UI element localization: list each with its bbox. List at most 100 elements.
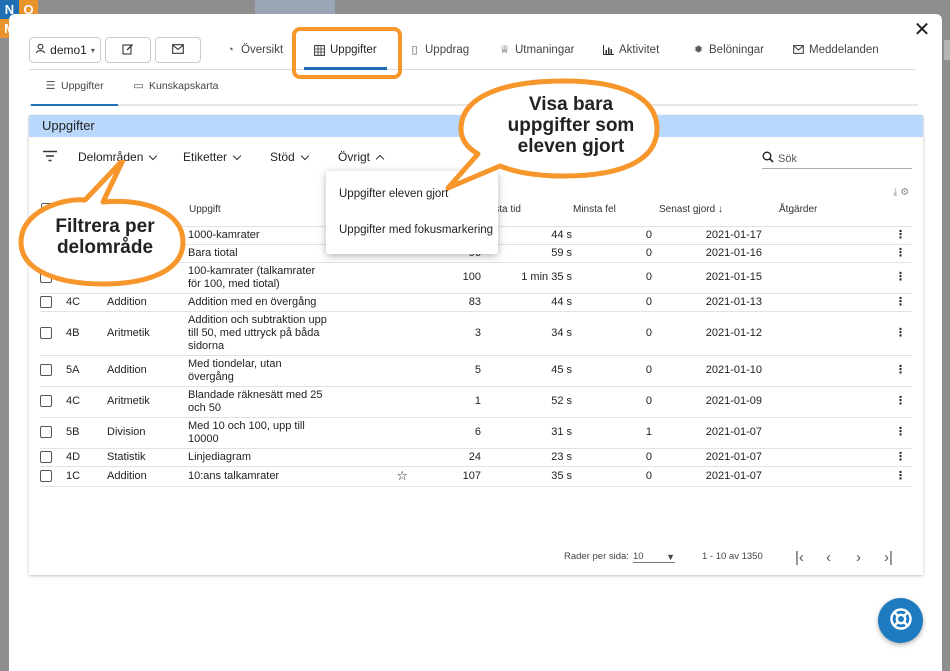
row-checkbox[interactable] bbox=[40, 450, 52, 463]
more-actions-icon[interactable]: ⋮ bbox=[895, 327, 906, 339]
cell-last-done: 2021-01-07 bbox=[658, 448, 778, 467]
tab-label: Uppdrag bbox=[425, 44, 470, 56]
cell-last-done: 2021-01-16 bbox=[658, 244, 778, 263]
cell-task: Blandade räknesätt med 25 och 50 bbox=[188, 386, 328, 418]
more-actions-icon[interactable]: ⋮ bbox=[895, 470, 906, 482]
col-header-task[interactable]: Uppgift bbox=[188, 193, 328, 227]
cell-actions: ⋮ bbox=[778, 244, 912, 263]
prev-page-icon[interactable]: ‹ bbox=[826, 549, 831, 566]
cell-last-done: 2021-01-07 bbox=[658, 417, 778, 449]
user-name: demo1 bbox=[50, 43, 87, 57]
cell-min-errors: 0 bbox=[572, 311, 658, 356]
cell-actions: ⋮ bbox=[778, 262, 912, 294]
more-actions-icon[interactable]: ⋮ bbox=[895, 426, 906, 438]
table-row[interactable]: 5B Division Med 10 och 100, upp till 10000… bbox=[40, 417, 912, 449]
table-row[interactable]: 2B Addition 100-kamrater (talkamrater för … bbox=[40, 262, 912, 294]
filter-etiketter[interactable]: Etiketter bbox=[183, 150, 242, 164]
filter-icon[interactable] bbox=[42, 150, 58, 164]
tab-label: Belöningar bbox=[709, 44, 764, 56]
cell-min-errors: 0 bbox=[572, 262, 658, 294]
cell-star: ☆ bbox=[328, 466, 408, 487]
cell-select bbox=[40, 293, 66, 312]
row-checkbox[interactable] bbox=[40, 426, 52, 439]
caret-down-icon: ▾ bbox=[90, 45, 95, 55]
callout-line: delområde bbox=[56, 237, 154, 258]
tab-aktivitet[interactable]: Aktivitet bbox=[603, 36, 659, 64]
user-menu-button[interactable]: demo1 ▾ bbox=[29, 37, 101, 63]
cell-select bbox=[40, 417, 66, 449]
cell-code: 4B bbox=[66, 311, 107, 356]
more-actions-icon[interactable]: ⋮ bbox=[895, 271, 906, 283]
subtab-uppgifter[interactable]: ☰ Uppgifter bbox=[31, 80, 118, 106]
filter-delomraden[interactable]: Delområden bbox=[78, 150, 158, 164]
filter-ovrigt[interactable]: Övrigt bbox=[338, 150, 385, 164]
star-icon[interactable]: ☆ bbox=[396, 468, 408, 483]
cell-min-errors: 0 bbox=[572, 244, 658, 263]
col-header-last-done[interactable]: Senast gjord ↓ bbox=[658, 193, 778, 227]
col-header-actions: Åtgärder bbox=[778, 193, 912, 227]
cell-area: Addition bbox=[107, 355, 188, 387]
message-button[interactable] bbox=[155, 37, 201, 63]
cell-count: 6 bbox=[408, 417, 481, 449]
table-row[interactable]: 4B Aritmetik Addition och subtraktion upp … bbox=[40, 311, 912, 356]
more-actions-icon[interactable]: ⋮ bbox=[895, 247, 906, 259]
table-row[interactable]: 1C Addition 10:ans talkamrater ☆ 107 35 s 0 202… bbox=[40, 466, 912, 487]
cell-count: 83 bbox=[408, 293, 481, 312]
menu-item-done-tasks[interactable]: Uppgifter eleven gjort bbox=[339, 188, 448, 200]
row-checkbox[interactable] bbox=[40, 271, 52, 284]
tab-uppgifter[interactable]: Uppgifter bbox=[304, 36, 387, 70]
background-strip bbox=[255, 0, 335, 14]
row-checkbox[interactable] bbox=[40, 295, 52, 308]
table-row[interactable]: 4C Addition Addition med en övergång 83 44 s… bbox=[40, 293, 912, 312]
edit-button[interactable] bbox=[105, 37, 151, 63]
subtab-label: Kunskapskarta bbox=[149, 80, 219, 92]
cell-code: 4D bbox=[66, 448, 107, 467]
tab-utmaningar[interactable]: ♕ Utmaningar bbox=[499, 36, 575, 64]
search-input[interactable]: Sök bbox=[762, 149, 912, 169]
row-checkbox[interactable] bbox=[40, 395, 52, 408]
more-actions-icon[interactable]: ⋮ bbox=[895, 296, 906, 308]
pagination: Rader per sida: 10 ▼ 1 - 10 av 1350 |‹ ‹… bbox=[29, 549, 923, 571]
cell-select bbox=[40, 262, 66, 294]
card-title: Uppgifter bbox=[29, 115, 923, 137]
menu-item-focus-tasks[interactable]: Uppgifter med fokusmarkering bbox=[339, 224, 493, 236]
select-all-checkbox[interactable] bbox=[41, 203, 53, 216]
next-page-icon[interactable]: › bbox=[856, 549, 861, 566]
first-page-icon[interactable]: |‹ bbox=[795, 549, 804, 566]
filter-label: Stöd bbox=[270, 150, 295, 164]
filter-label: Delområden bbox=[78, 150, 144, 164]
tab-beloningar[interactable]: ✹ Belöningar bbox=[693, 36, 764, 64]
cell-task: Bara tiotal bbox=[188, 244, 328, 263]
cell-last-done: 2021-01-13 bbox=[658, 293, 778, 312]
last-page-icon[interactable]: ›| bbox=[884, 549, 893, 566]
tab-meddelanden[interactable]: Meddelanden bbox=[793, 36, 879, 64]
more-actions-icon[interactable]: ⋮ bbox=[895, 229, 906, 241]
subtab-kunskapskarta[interactable]: ▭ Kunskapskarta bbox=[133, 80, 218, 92]
cell-star bbox=[328, 311, 408, 356]
row-checkbox[interactable] bbox=[40, 469, 52, 482]
more-actions-icon[interactable]: ⋮ bbox=[895, 364, 906, 376]
tab-label: Meddelanden bbox=[809, 44, 879, 56]
table-row[interactable]: 4D Statistik Linjediagram 24 23 s 0 2021-01-07… bbox=[40, 448, 912, 467]
tab-oversikt[interactable]: ◔ Översikt bbox=[225, 36, 283, 64]
filter-stod[interactable]: Stöd bbox=[270, 150, 309, 164]
rows-per-page-select[interactable]: 10 ▼ bbox=[633, 551, 675, 563]
more-actions-icon[interactable]: ⋮ bbox=[895, 451, 906, 463]
row-checkbox[interactable] bbox=[40, 326, 52, 339]
table-row[interactable]: 5A Addition Med tiondelar, utan övergång 5 4… bbox=[40, 355, 912, 387]
tab-uppdrag[interactable]: ▯ Uppdrag bbox=[409, 36, 469, 64]
search-placeholder: Sök bbox=[778, 152, 797, 165]
more-actions-icon[interactable]: ⋮ bbox=[895, 395, 906, 407]
cell-task: 100-kamrater (talkamrater för 100, med t… bbox=[188, 262, 328, 294]
rows-per-page-value: 10 bbox=[633, 551, 644, 562]
help-button[interactable] bbox=[878, 598, 923, 643]
table-row[interactable]: 4C Aritmetik Blandade räknesätt med 25 och… bbox=[40, 386, 912, 418]
gauge-icon: ◔ bbox=[227, 43, 234, 56]
row-checkbox[interactable] bbox=[40, 364, 52, 377]
cell-last-done: 2021-01-15 bbox=[658, 262, 778, 294]
cell-min-errors: 0 bbox=[572, 386, 658, 418]
tab-label: Översikt bbox=[241, 44, 284, 56]
cell-count: 5 bbox=[408, 355, 481, 387]
cell-select bbox=[40, 311, 66, 356]
col-header-min-errors[interactable]: Minsta fel bbox=[572, 193, 658, 227]
